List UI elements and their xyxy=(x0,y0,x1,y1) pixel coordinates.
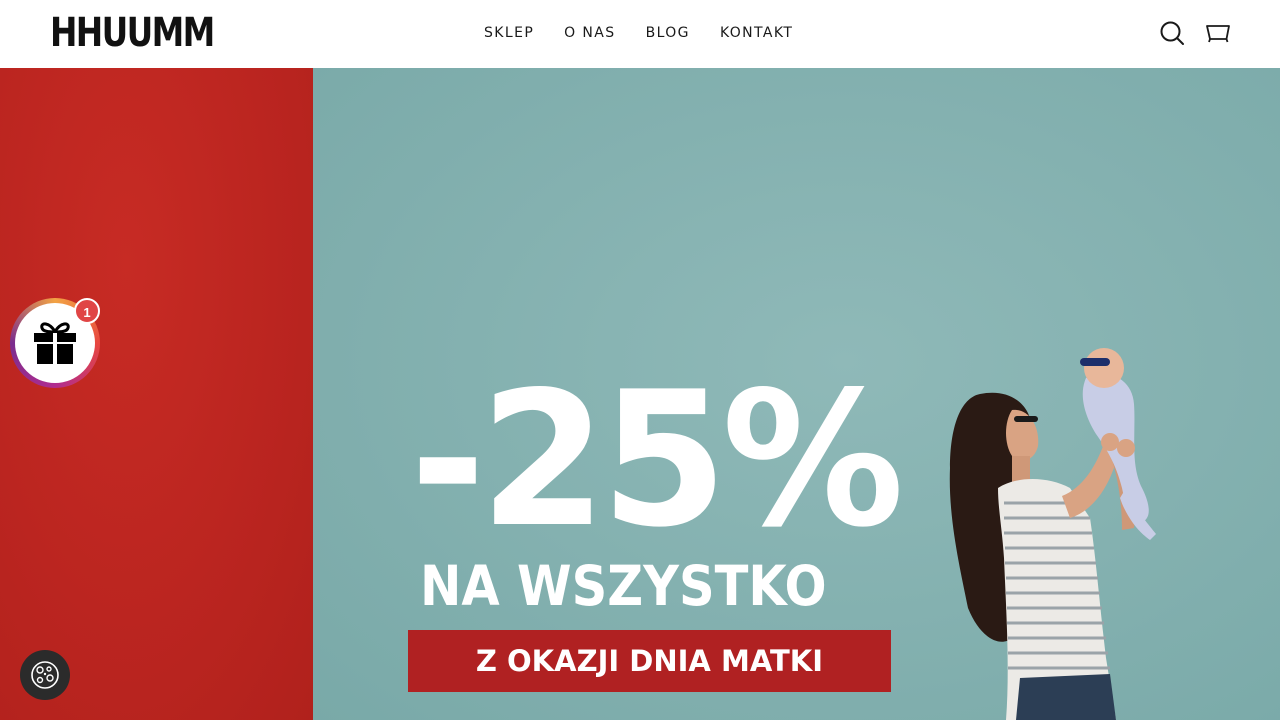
brand-logo[interactable]: HHUUMM xyxy=(50,13,215,53)
main-nav: SKLEP O NAS BLOG KONTAKT xyxy=(484,24,823,42)
mother-baby-photo xyxy=(949,348,1156,720)
cart-icon xyxy=(1206,25,1230,43)
cookie-settings-button[interactable] xyxy=(20,650,70,700)
site-header: HHUUMM SKLEP O NAS BLOG KONTAKT xyxy=(0,0,1280,68)
nav-item-kontakt[interactable]: KONTAKT xyxy=(720,24,793,42)
nav-item-sklep[interactable]: SKLEP xyxy=(484,24,534,42)
cart-button[interactable] xyxy=(1205,20,1231,46)
search-button[interactable] xyxy=(1159,20,1185,46)
gift-badge-count: 1 xyxy=(74,298,100,324)
occasion-banner: Z OKAZJI DNIA MATKI xyxy=(408,630,891,692)
discount-headline: -25% xyxy=(410,351,904,568)
gift-icon xyxy=(34,322,76,364)
search-icon xyxy=(1160,21,1184,45)
nav-item-blog[interactable]: BLOG xyxy=(646,24,690,42)
cookie-icon xyxy=(31,661,59,689)
hero-banner[interactable]: -25% NA WSZYSTKO Z OKAZJI DNIA MATKI xyxy=(0,68,1280,720)
hero-red-panel xyxy=(0,68,316,720)
nav-item-o-nas[interactable]: O NAS xyxy=(564,24,615,42)
discount-subtitle: NA WSZYSTKO xyxy=(420,554,827,618)
